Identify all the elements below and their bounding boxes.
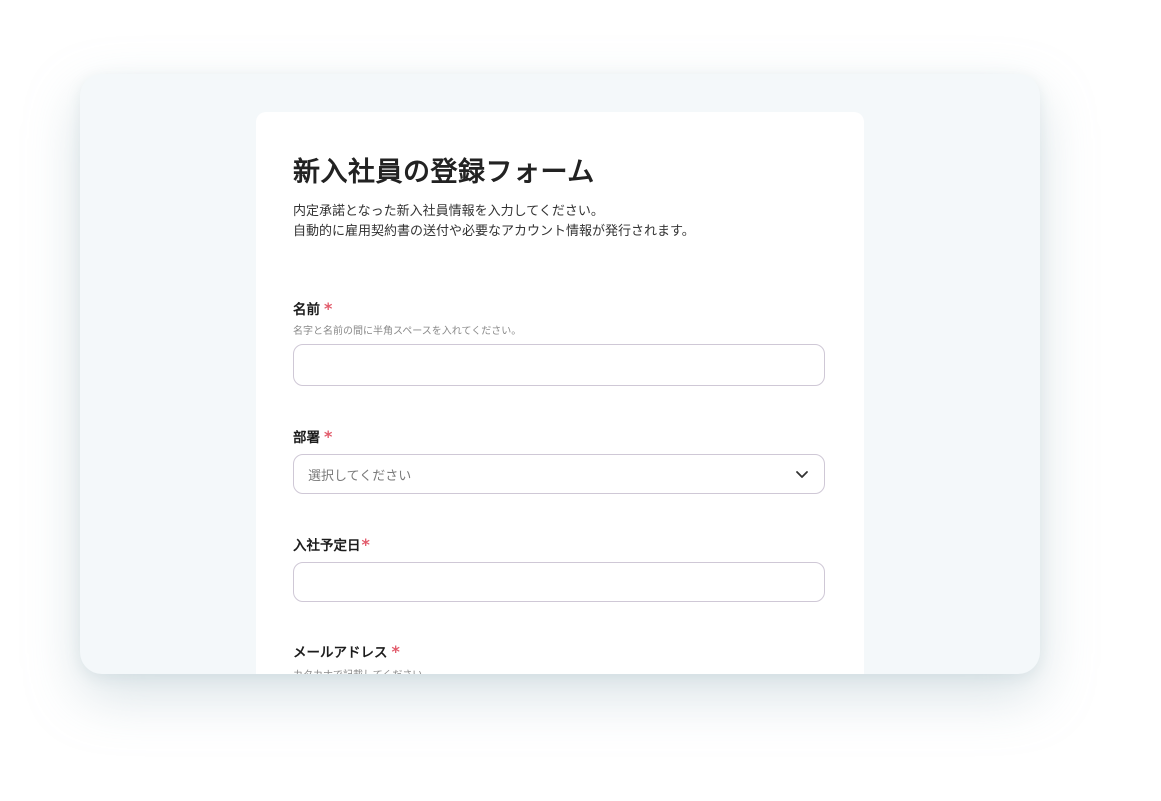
required-mark: * xyxy=(324,299,333,318)
name-hint: 名字と名前の間に半角スペースを入れてください。 xyxy=(293,326,522,337)
start-date-label-text: 入社予定日 xyxy=(293,538,361,554)
form-card: 新入社員の登録フォーム 内定承諾となった新入社員情報を入力してください。 自動的… xyxy=(256,112,864,674)
app-frame: 新入社員の登録フォーム 内定承諾となった新入社員情報を入力してください。 自動的… xyxy=(80,74,1040,674)
department-label: 部署 * xyxy=(293,426,332,446)
email-label: メールアドレス * xyxy=(293,641,400,661)
form-description: 内定承諾となった新入社員情報を入力してください。 自動的に雇用契約書の送付や必要… xyxy=(293,202,695,242)
form-description-line: 自動的に雇用契約書の送付や必要なアカウント情報が発行されます。 xyxy=(293,224,695,239)
name-label: 名前 * xyxy=(293,298,332,318)
required-mark: * xyxy=(324,427,333,446)
name-label-text: 名前 xyxy=(293,302,320,318)
department-select-placeholder: 選択してください xyxy=(308,468,412,484)
chevron-down-icon xyxy=(794,466,810,482)
start-date-label: 入社予定日* xyxy=(293,534,370,554)
required-mark: * xyxy=(361,535,370,554)
email-label-text: メールアドレス xyxy=(293,645,388,661)
department-select[interactable]: 選択してください xyxy=(293,454,825,494)
name-input[interactable] xyxy=(293,344,825,386)
required-mark: * xyxy=(391,642,400,661)
start-date-input[interactable] xyxy=(293,562,825,602)
form-title: 新入社員の登録フォーム xyxy=(293,157,595,188)
form-description-line: 内定承諾となった新入社員情報を入力してください。 xyxy=(293,204,604,219)
email-hint: カタカナで記載してください。 xyxy=(293,666,432,674)
department-label-text: 部署 xyxy=(293,430,320,446)
